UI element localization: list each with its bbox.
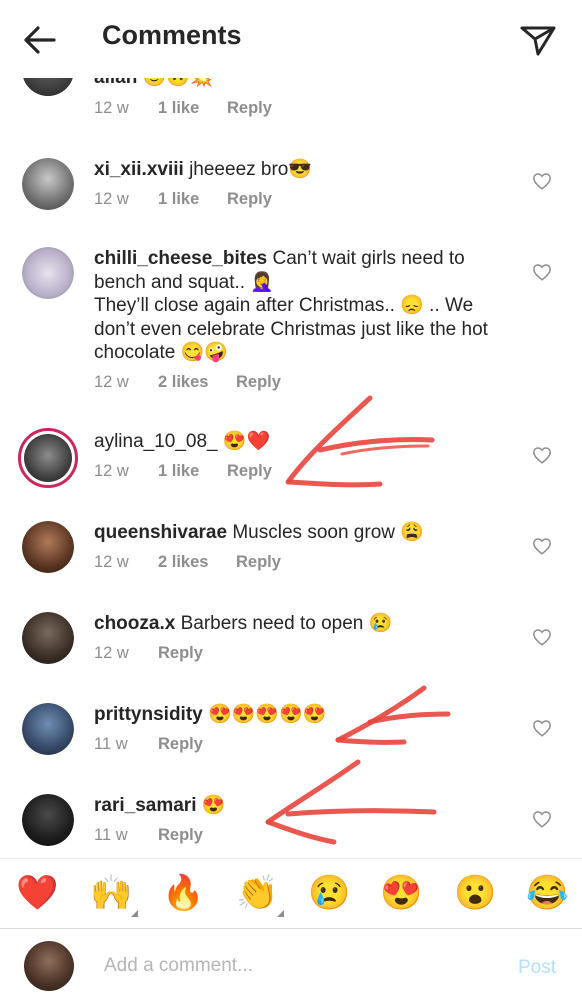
like-heart-icon[interactable] (532, 810, 552, 828)
reply-button[interactable]: Reply (158, 644, 203, 663)
reply-button[interactable]: Reply (158, 735, 203, 754)
emoji-clapping[interactable]: 👏 (236, 873, 284, 917)
comment-meta: 12 w 1 like Reply (94, 99, 272, 118)
comment-text: 😍😍😍😍😍 (208, 704, 327, 725)
like-heart-icon[interactable] (532, 263, 552, 281)
skin-tone-indicator-icon (277, 910, 284, 917)
like-heart-icon[interactable] (532, 719, 552, 737)
avatar[interactable] (22, 247, 74, 299)
skin-tone-indicator-icon (131, 910, 138, 917)
page-title: Comments (102, 20, 242, 50)
comment-time: 11 w (94, 735, 128, 753)
comment-meta: 11 w Reply (94, 735, 203, 754)
comment-text: Muscles soon grow 😩 (232, 522, 424, 543)
emoji-surprised[interactable]: 😮 (454, 873, 496, 913)
comment-username[interactable]: rari_samari (94, 795, 196, 816)
comment-likes[interactable]: 1 like (158, 462, 227, 481)
reply-button[interactable]: Reply (227, 462, 272, 481)
comment-meta: 12 w Reply (94, 644, 203, 663)
comment-time: 12 w (94, 462, 129, 480)
story-avatar[interactable] (18, 428, 78, 488)
reply-button[interactable]: Reply (236, 373, 281, 392)
avatar[interactable] (22, 612, 74, 664)
comment-input[interactable] (102, 949, 496, 983)
comment-time: 12 w (94, 553, 129, 571)
avatar[interactable] (22, 703, 74, 755)
avatar[interactable] (22, 794, 74, 846)
top-bar: Comments (0, 0, 582, 78)
comment-likes[interactable]: 2 likes (158, 553, 236, 572)
comment-time: 12 w (94, 190, 129, 208)
comment-text: Barbers need to open 😢 (180, 613, 393, 634)
comment-meta: 12 w 2 likes Reply (94, 373, 281, 392)
reply-button[interactable]: Reply (236, 553, 281, 572)
avatar[interactable] (22, 158, 74, 210)
comment-composer: Post (0, 928, 582, 1001)
comment-meta: 12 w 2 likes Reply (94, 553, 281, 572)
comment-username[interactable]: queenshivarae (94, 522, 227, 543)
comment-username[interactable]: chilli_cheese_bites (94, 248, 267, 269)
emoji-heart-eyes[interactable]: 😍 (380, 873, 422, 913)
emoji-reaction-bar: ❤️ 🙌 🔥 👏 😢 😍 😮 😂 (0, 858, 582, 929)
comment-time: 12 w (94, 99, 129, 117)
emoji-laughing[interactable]: 😂 (526, 873, 568, 913)
comment-likes[interactable]: 1 like (158, 99, 227, 118)
like-heart-icon[interactable] (532, 628, 552, 646)
emoji-fire[interactable]: 🔥 (162, 873, 204, 913)
reply-button[interactable]: Reply (227, 99, 272, 118)
like-heart-icon[interactable] (532, 537, 552, 555)
comment-meta: 12 w 1 like Reply (94, 190, 272, 209)
comment-time: 12 w (94, 644, 129, 662)
direct-message-icon[interactable] (518, 22, 558, 58)
comment-text: jheeeez bro😎 (189, 159, 313, 180)
reply-button[interactable]: Reply (227, 190, 272, 209)
comment-username[interactable]: xi_xii.xviii (94, 159, 184, 180)
back-arrow-icon[interactable] (20, 22, 60, 58)
comment-time: 11 w (94, 826, 128, 844)
comment-meta: 11 w Reply (94, 826, 203, 845)
emoji-raised-hands[interactable]: 🙌 (90, 873, 138, 917)
current-user-avatar (24, 941, 74, 991)
avatar[interactable] (22, 521, 74, 573)
comment-username[interactable]: chooza.x (94, 613, 175, 634)
comment-username[interactable]: prittynsidity (94, 704, 203, 725)
comment-likes[interactable]: 2 likes (158, 373, 236, 392)
post-button[interactable]: Post (518, 957, 556, 979)
emoji-heart[interactable]: ❤️ (16, 873, 58, 913)
comment-likes[interactable]: 1 like (158, 190, 227, 209)
comment-time: 12 w (94, 373, 129, 391)
comment-meta: 12 w 1 like Reply (94, 462, 272, 481)
comment-list[interactable]: allan 🙂🙃💥 12 w1 likeReply xi_xii.xviii j… (0, 0, 582, 858)
emoji-crying[interactable]: 😢 (308, 873, 350, 913)
like-heart-icon[interactable] (532, 172, 552, 190)
reply-button[interactable]: Reply (158, 826, 203, 845)
like-heart-icon[interactable] (532, 446, 552, 464)
comment-username[interactable]: aylina_10_08_ (94, 431, 218, 452)
comment-text: 😍 (201, 795, 226, 816)
comment-text: 😍❤️ (222, 431, 271, 452)
